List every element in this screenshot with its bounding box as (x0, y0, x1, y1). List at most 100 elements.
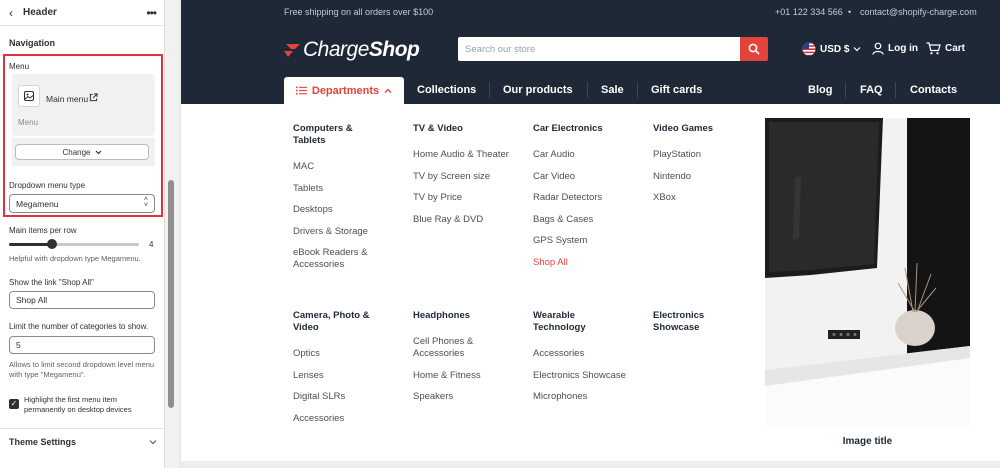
megamenu-link[interactable]: Bags & Cases (533, 214, 593, 226)
phone-link[interactable]: +01 122 334 566 (775, 7, 843, 17)
cart-label: Cart (945, 43, 966, 54)
items-per-row-value: 4 (149, 240, 154, 249)
limit-value: 5 (16, 340, 21, 350)
megamenu-link[interactable]: Car Audio (533, 149, 575, 161)
megamenu-link[interactable]: Microphones (533, 391, 587, 403)
megamenu-link[interactable]: Tablets (293, 183, 323, 195)
megamenu-link[interactable]: MAC (293, 161, 314, 173)
main-header: ChargeShop Search our store USD $ Log in… (181, 24, 1000, 104)
dropdown-type-value: Megamenu (16, 198, 59, 209)
shipping-notice: Free shipping on all orders over $100 (284, 7, 434, 17)
megamenu-link[interactable]: Speakers (413, 391, 453, 403)
theme-editor-panel: ‹ Header ••• Navigation Menu Main menu M… (0, 0, 165, 468)
megamenu-heading[interactable]: Headphones (413, 310, 470, 322)
highlight-checkbox-label: Highlight the first menu item permanentl… (24, 395, 132, 414)
megamenu-link[interactable]: Digital SLRs (293, 391, 345, 403)
dropdown-type-label: Dropdown menu type (9, 181, 86, 190)
login-label: Log in (888, 43, 918, 54)
slider-handle[interactable] (46, 239, 57, 249)
shop-all-input[interactable]: Shop All (9, 291, 155, 309)
megamenu-link[interactable]: PlayStation (653, 149, 701, 161)
megamenu-link[interactable]: Car Video (533, 171, 575, 183)
megamenu-link[interactable]: TV by Screen size (413, 171, 490, 183)
nav-item-faq[interactable]: FAQ (860, 84, 883, 96)
currency-label: USD $ (820, 43, 850, 55)
change-button-label: Change (62, 147, 91, 157)
megamenu-link[interactable]: eBook Readers & Accessories (293, 247, 383, 271)
megamenu-link[interactable]: Home & Fitness (413, 370, 481, 382)
megamenu-link[interactable]: XBox (653, 192, 676, 204)
nav-item-sale[interactable]: Sale (601, 84, 624, 96)
megamenu-link[interactable]: Electronics Showcase (533, 370, 626, 382)
megamenu-heading[interactable]: TV & Video (413, 123, 463, 135)
theme-settings-label: Theme Settings (9, 437, 77, 447)
panel-header: ‹ Header ••• (0, 0, 164, 26)
megamenu-link[interactable]: Nintendo (653, 171, 691, 183)
megamenu-link[interactable]: GPS System (533, 235, 587, 247)
panel-scrollbar-thumb[interactable] (168, 180, 174, 408)
search-button[interactable] (740, 37, 768, 61)
logo-text-2: Shop (368, 38, 420, 61)
more-options-icon[interactable]: ••• (146, 6, 157, 20)
nav-item-gift-cards[interactable]: Gift cards (651, 84, 702, 96)
megamenu-heading[interactable]: Wearable Technology (533, 310, 613, 334)
megamenu-link[interactable]: TV by Price (413, 192, 462, 204)
highlight-checkbox[interactable]: ✓ (9, 399, 19, 409)
nav-item-our-products[interactable]: Our products (503, 84, 573, 96)
megamenu-link[interactable]: Home Audio & Theater (413, 149, 509, 161)
limit-label: Limit the number of categories to show. (9, 322, 149, 331)
limit-help: Allows to limit second dropdown level me… (9, 360, 155, 379)
menu-name[interactable]: Main menu (46, 94, 88, 104)
items-per-row-label: Main items per row (9, 226, 77, 235)
back-arrow-icon[interactable]: ‹ (9, 6, 23, 20)
page-bottom-strip (181, 461, 1000, 468)
items-per-row-slider[interactable] (9, 243, 139, 246)
departments-menu-toggle[interactable]: Departments (284, 77, 404, 104)
chevron-down-icon (95, 150, 101, 154)
megamenu-link[interactable]: Accessories (293, 413, 344, 425)
megamenu-link[interactable]: Optics (293, 348, 320, 360)
currency-selector[interactable]: USD $ (802, 42, 861, 56)
slider-fill (9, 243, 52, 246)
cart-icon (926, 42, 941, 55)
nav-item-contacts[interactable]: Contacts (910, 84, 957, 96)
megamenu-link[interactable]: Drivers & Storage (293, 226, 368, 238)
external-link-icon[interactable] (89, 93, 98, 104)
limit-input[interactable]: 5 (9, 336, 155, 354)
dropdown-type-select[interactable]: Megamenu ˄ ˅ (9, 194, 155, 213)
megamenu-heading[interactable]: Electronics Showcase (653, 310, 723, 334)
chevron-down-icon (854, 47, 861, 52)
menu-sub-label: Menu (18, 118, 39, 127)
megamenu-link[interactable]: Desktops (293, 204, 333, 216)
megamenu-heading[interactable]: Car Electronics (533, 123, 603, 135)
search-input[interactable]: Search our store (458, 37, 767, 61)
change-menu-button[interactable]: Change (15, 144, 149, 160)
list-icon (295, 86, 307, 95)
megamenu-heading[interactable]: Video Games (653, 123, 713, 135)
megamenu-promo-image[interactable] (765, 118, 970, 427)
departments-label: Departments (311, 84, 380, 97)
store-logo[interactable]: ChargeShop (283, 38, 420, 62)
theme-settings-row[interactable]: Theme Settings (9, 437, 157, 447)
cart-link[interactable]: Cart (926, 42, 965, 55)
search-icon (748, 43, 760, 55)
megamenu-link[interactable]: Radar Detectors (533, 192, 602, 204)
section-title: Navigation (9, 38, 56, 48)
megamenu-link[interactable]: Cell Phones & Accessories (413, 336, 493, 360)
shop-all-link[interactable]: Shop All (533, 257, 568, 269)
megamenu-link[interactable]: Lenses (293, 370, 324, 382)
login-link[interactable]: Log in (872, 42, 918, 55)
announcement-bar: Free shipping on all orders over $100 +0… (181, 0, 1000, 24)
megamenu-link[interactable]: Accessories (533, 348, 584, 360)
divider (0, 428, 164, 429)
menu-label: Menu (9, 62, 30, 71)
megamenu-heading[interactable]: Computers & Tablets (293, 123, 383, 147)
nav-item-blog[interactable]: Blog (808, 84, 832, 96)
logo-text-1: Charge (303, 38, 369, 61)
megamenu-link[interactable]: Blue Ray & DVD (413, 214, 483, 226)
email-link[interactable]: contact@shopify-charge.com (860, 7, 977, 17)
nav-item-collections[interactable]: Collections (417, 84, 476, 96)
user-icon (872, 42, 884, 55)
chevron-down-icon (149, 440, 157, 445)
megamenu-heading[interactable]: Camera, Photo & Video (293, 310, 383, 334)
